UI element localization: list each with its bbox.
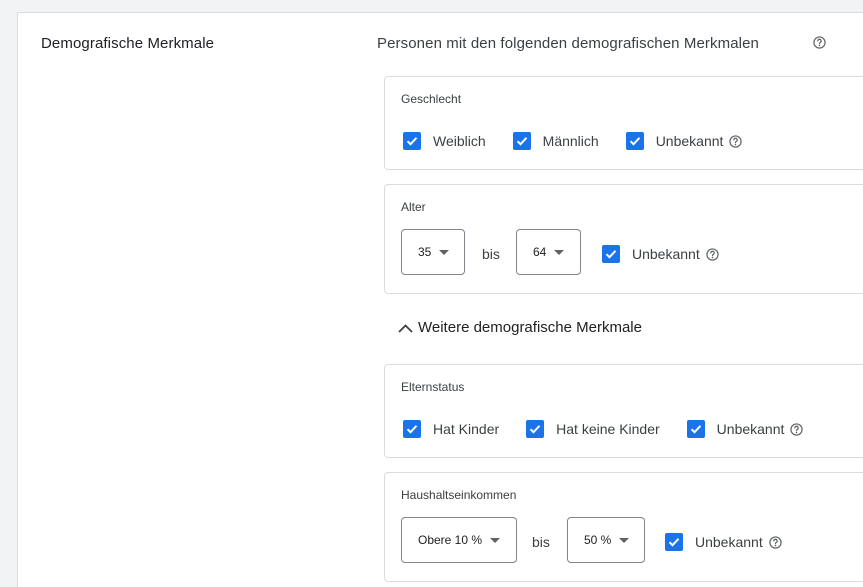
page: Demografische Merkmale Personen mit den … xyxy=(0,0,863,587)
income-from-value: Obere 10 % xyxy=(418,533,483,547)
help-icon[interactable] xyxy=(706,247,719,261)
gender-label: Geschlecht xyxy=(401,92,462,106)
dropdown-caret-icon xyxy=(619,537,630,543)
parental-status-card: Elternstatus Hat Kinder Hat keine Kinder… xyxy=(384,364,863,458)
check-icon[interactable] xyxy=(403,420,421,438)
checkbox-income-unbekannt[interactable]: Unbekannt xyxy=(665,533,782,551)
age-to-value: 64 xyxy=(533,245,547,259)
income-separator: bis xyxy=(532,534,550,550)
household-income-card: Haushaltseinkommen Obere 10 % bis 50 % U… xyxy=(384,472,863,582)
parental-status-options: Hat Kinder Hat keine Kinder Unbekannt xyxy=(403,420,804,438)
age-from-value: 35 xyxy=(418,245,432,259)
age-label: Alter xyxy=(401,200,426,214)
check-icon[interactable] xyxy=(602,245,620,263)
income-to-select[interactable]: 50 % xyxy=(567,517,645,563)
checkbox-label: Männlich xyxy=(542,133,599,149)
checkbox-label: Unbekannt xyxy=(716,421,785,437)
chevron-up-icon xyxy=(398,323,413,333)
checkbox-label: Weiblich xyxy=(433,133,486,149)
gender-card: Geschlecht Weiblich Männlich Unbekannt xyxy=(384,76,863,170)
dropdown-caret-icon xyxy=(490,537,501,543)
checkbox-label: Unbekannt xyxy=(695,534,763,550)
income-to-value: 50 % xyxy=(584,533,612,547)
dropdown-caret-icon xyxy=(554,249,565,255)
age-card: Alter 35 bis 64 Unbekannt xyxy=(384,184,863,294)
check-icon[interactable] xyxy=(665,533,683,551)
check-icon[interactable] xyxy=(625,132,644,150)
checkbox-maennlich[interactable]: Männlich xyxy=(512,132,599,150)
help-icon[interactable] xyxy=(790,422,804,436)
checkbox-label: Unbekannt xyxy=(655,133,724,149)
more-demographics-toggle[interactable]: Weitere demografische Merkmale xyxy=(397,319,642,336)
help-icon[interactable] xyxy=(769,535,782,549)
checkbox-weiblich[interactable]: Weiblich xyxy=(403,132,486,150)
checkbox-age-unbekannt[interactable]: Unbekannt xyxy=(602,245,719,263)
checkbox-parental-unbekannt[interactable]: Unbekannt xyxy=(686,420,804,438)
more-demographics-label: Weitere demografische Merkmale xyxy=(418,319,642,336)
check-icon[interactable] xyxy=(403,132,421,150)
household-income-label: Haushaltseinkommen xyxy=(401,488,517,502)
check-icon[interactable] xyxy=(512,132,531,150)
help-icon[interactable] xyxy=(813,34,826,52)
parental-status-label: Elternstatus xyxy=(401,380,465,394)
checkbox-label: Unbekannt xyxy=(632,246,700,262)
check-icon[interactable] xyxy=(686,420,705,438)
checkbox-hat-keine-kinder[interactable]: Hat keine Kinder xyxy=(526,420,660,438)
age-from-select[interactable]: 35 xyxy=(401,229,465,275)
help-icon[interactable] xyxy=(729,134,743,148)
section-title: Demografische Merkmale xyxy=(41,35,215,52)
income-from-select[interactable]: Obere 10 % xyxy=(401,517,517,563)
checkbox-label: Hat Kinder xyxy=(433,421,500,437)
checkbox-hat-kinder[interactable]: Hat Kinder xyxy=(403,420,499,438)
check-icon[interactable] xyxy=(526,420,545,438)
checkbox-unbekannt[interactable]: Unbekannt xyxy=(625,132,743,150)
section-subtitle: Personen mit den folgenden demografische… xyxy=(377,35,759,52)
checkbox-label: Hat keine Kinder xyxy=(556,421,660,437)
age-separator: bis xyxy=(482,246,500,262)
dropdown-caret-icon xyxy=(439,249,450,255)
gender-options: Weiblich Männlich Unbekannt xyxy=(403,132,743,150)
age-to-select[interactable]: 64 xyxy=(516,229,581,275)
